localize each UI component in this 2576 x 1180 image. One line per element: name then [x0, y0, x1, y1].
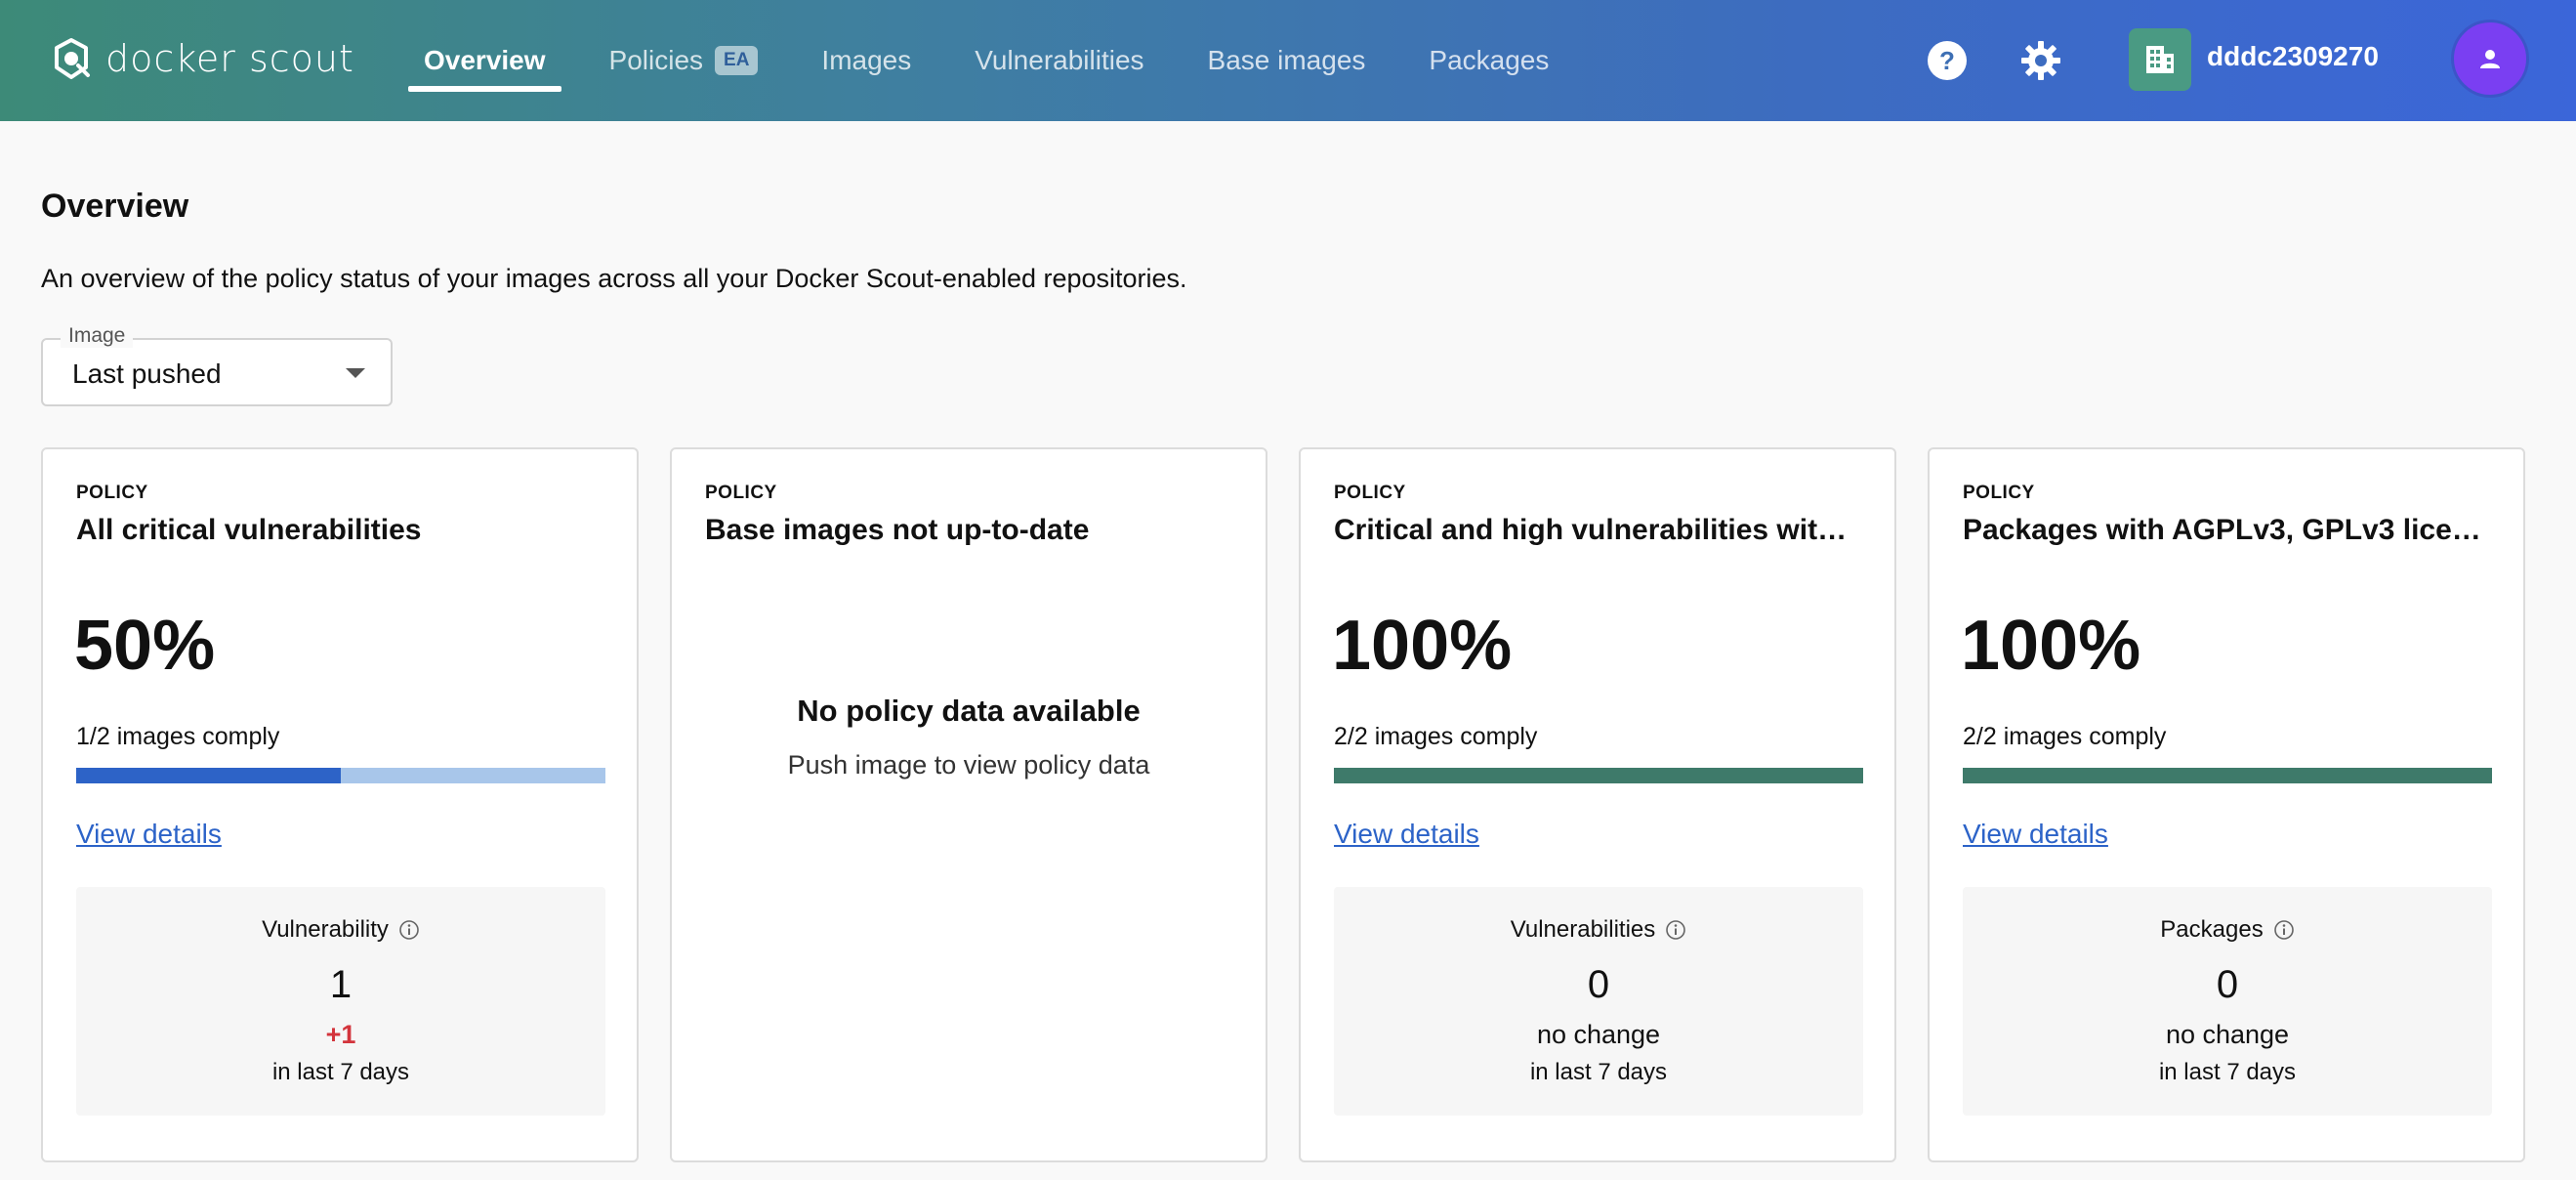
- image-select[interactable]: Image Last pushed: [41, 324, 393, 406]
- stat-box: Packages 0 no change in last 7 days: [1963, 887, 2492, 1116]
- stat-change: +1: [325, 1020, 356, 1049]
- card-kicker: POLICY: [1334, 483, 1406, 503]
- empty-state-title: No policy data available: [797, 694, 1141, 728]
- user-avatar[interactable]: [2451, 20, 2529, 98]
- card-title: Base images not up-to-date: [705, 514, 1090, 546]
- policy-card-critical-high-vulnerabilities: POLICY Critical and high vulnerabilities…: [1299, 447, 1896, 1162]
- view-details-link[interactable]: View details: [76, 819, 222, 850]
- building-icon: [2146, 46, 2174, 73]
- info-icon[interactable]: [2273, 919, 2295, 941]
- info-icon[interactable]: [398, 919, 420, 941]
- progress-fill: [1334, 768, 1863, 783]
- docker-scout-logo-icon: [55, 38, 90, 79]
- compliance-progress-bar: [76, 768, 605, 783]
- stat-label-row: Vulnerability: [76, 916, 605, 944]
- stat-label: Vulnerability: [262, 916, 389, 943]
- stat-value: 1: [329, 963, 353, 1006]
- org-name[interactable]: dddc2309270: [2207, 41, 2379, 72]
- stat-change: no change: [1536, 1020, 1661, 1049]
- card-title: All critical vulnerabilities: [76, 514, 422, 546]
- image-select-value: Last pushed: [72, 358, 222, 389]
- view-details-link[interactable]: View details: [1963, 819, 2108, 850]
- card-kicker: POLICY: [76, 483, 148, 503]
- user-icon: [2480, 50, 2500, 68]
- compliance-progress-bar: [1334, 768, 1863, 783]
- svg-text:?: ?: [1939, 46, 1955, 75]
- stat-period: in last 7 days: [271, 1059, 410, 1085]
- help-button[interactable]: ?: [1924, 37, 1971, 84]
- tab-label: Images: [821, 45, 912, 75]
- page-title: Overview: [41, 188, 189, 225]
- brand[interactable]: docker scout: [49, 33, 354, 84]
- tab-label: Base images: [1207, 45, 1366, 75]
- policy-card-base-images: POLICY Base images not up-to-date No pol…: [670, 447, 1267, 1162]
- stat-label-row: Vulnerabilities: [1334, 916, 1863, 944]
- gear-icon: [2021, 41, 2060, 80]
- image-select-label: Image: [61, 324, 134, 348]
- stat-period: in last 7 days: [2158, 1059, 2297, 1085]
- card-title: Packages with AGPLv3, GPLv3 licen…: [1963, 514, 2492, 546]
- stat-label-row: Packages: [1963, 916, 2492, 944]
- settings-button[interactable]: [2017, 37, 2064, 84]
- stat-label: Packages: [2160, 916, 2264, 943]
- top-navigation-bar: docker scout Overview Policies EA Images…: [0, 0, 2576, 121]
- stat-period: in last 7 days: [1529, 1059, 1668, 1085]
- policy-card-license-packages: POLICY Packages with AGPLv3, GPLv3 licen…: [1928, 447, 2525, 1162]
- empty-state-subtitle: Push image to view policy data: [787, 750, 1150, 780]
- tab-policies[interactable]: Policies EA: [594, 0, 774, 121]
- tab-packages[interactable]: Packages: [1413, 0, 1564, 121]
- tab-label: Vulnerabilities: [975, 45, 1144, 75]
- progress-fill: [76, 768, 341, 783]
- policy-card-critical-vulnerabilities: POLICY All critical vulnerabilities 50% …: [41, 447, 639, 1162]
- brand-name: docker scout: [105, 37, 354, 80]
- tab-images[interactable]: Images: [806, 0, 927, 121]
- compliance-percent: 100%: [1332, 607, 1513, 685]
- caret-down-icon: [346, 368, 365, 378]
- stat-box: Vulnerabilities 0 no change in last 7 da…: [1334, 887, 1863, 1116]
- compliance-progress-bar: [1963, 768, 2492, 783]
- main-nav: Overview Policies EA Images Vulnerabilit…: [408, 0, 1597, 121]
- tab-base-images[interactable]: Base images: [1192, 0, 1382, 121]
- stat-value: 0: [1587, 963, 1610, 1006]
- compliance-count: 1/2 images comply: [76, 723, 280, 750]
- tab-vulnerabilities[interactable]: Vulnerabilities: [959, 0, 1159, 121]
- card-title: Critical and high vulnerabilities with …: [1334, 514, 1863, 546]
- stat-change: no change: [2165, 1020, 2290, 1049]
- tab-label: Overview: [424, 45, 546, 75]
- tab-overview[interactable]: Overview: [408, 0, 561, 121]
- compliance-percent: 100%: [1961, 607, 2141, 685]
- page-description: An overview of the policy status of your…: [41, 264, 1187, 293]
- compliance-count: 2/2 images comply: [1334, 723, 1538, 750]
- info-icon[interactable]: [1665, 919, 1686, 941]
- card-kicker: POLICY: [1963, 483, 2035, 503]
- card-kicker: POLICY: [705, 483, 777, 503]
- compliance-count: 2/2 images comply: [1963, 723, 2167, 750]
- stat-label: Vulnerabilities: [1510, 916, 1656, 943]
- stat-box: Vulnerability 1 +1 in last 7 days: [76, 887, 605, 1116]
- early-access-badge: EA: [715, 46, 759, 75]
- org-chip[interactable]: [2129, 28, 2191, 91]
- help-icon: ?: [1928, 41, 1967, 80]
- tab-label: Packages: [1429, 45, 1550, 75]
- progress-fill: [1963, 768, 2492, 783]
- compliance-percent: 50%: [74, 607, 216, 685]
- stat-value: 0: [2216, 963, 2239, 1006]
- view-details-link[interactable]: View details: [1334, 819, 1479, 850]
- tab-label: Policies: [608, 45, 704, 75]
